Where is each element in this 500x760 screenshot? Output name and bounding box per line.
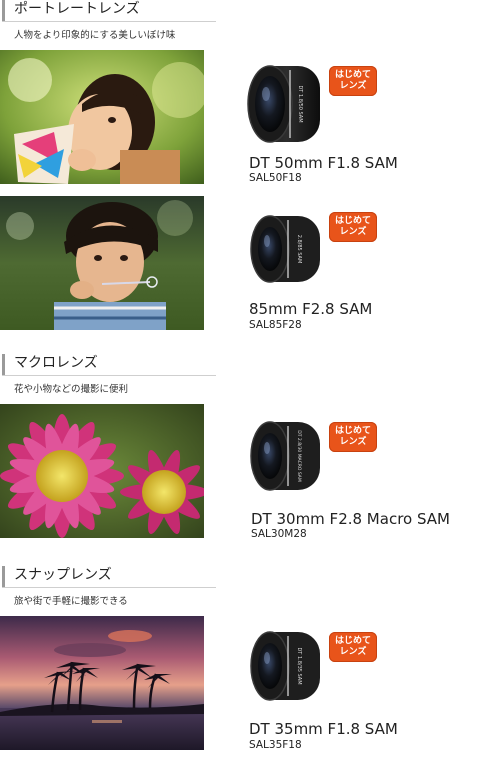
badge-line-2: レンズ [339, 227, 367, 237]
badge-line-2: レンズ [339, 647, 367, 657]
product-code: SAL35F18 [249, 739, 302, 751]
beginner-lens-badge: はじめて レンズ [329, 422, 377, 452]
product-photo-sunset[interactable] [0, 616, 204, 750]
badge-line-1: はじめて [334, 636, 371, 646]
product-name[interactable]: DT 50mm F1.8 SAM [249, 154, 398, 172]
product-photo-boy[interactable] [0, 196, 204, 330]
badge-line-2: レンズ [339, 81, 367, 91]
section-divider [2, 375, 216, 376]
beginner-lens-badge: はじめて レンズ [329, 632, 377, 662]
lens-print-text: DT 2.8/30 MACRO SAM [296, 430, 302, 482]
product-name[interactable]: DT 30mm F2.8 Macro SAM [251, 510, 450, 528]
section-bar [2, 0, 5, 22]
section-subtitle: 旅や街で手軽に撮影できる [14, 596, 128, 607]
lens-image-85mm[interactable]: 2.8/85 SAM [246, 212, 324, 286]
badge-line-2: レンズ [339, 437, 367, 447]
section-header: ポートレートレンズ [2, 0, 216, 22]
section-title: ポートレートレンズ [14, 1, 140, 17]
section-bar [2, 354, 5, 376]
product-code: SAL85F28 [249, 319, 302, 331]
product-name[interactable]: DT 35mm F1.8 SAM [249, 720, 398, 738]
lens-print-text: 2.8/85 SAM [296, 235, 302, 264]
lens-image-35mm[interactable]: DT 1.8/35 SAM [246, 628, 324, 704]
badge-line-1: はじめて [334, 426, 371, 436]
product-code: SAL50F18 [249, 172, 302, 184]
section-divider [2, 21, 216, 22]
product-code: SAL30M28 [251, 528, 307, 540]
section-subtitle: 人物をより印象的にする美しいぼけ味 [14, 30, 176, 41]
badge-line-1: はじめて [334, 70, 371, 80]
badge-line-1: はじめて [334, 216, 371, 226]
section-title: スナップレンズ [14, 567, 112, 583]
lens-image-50mm[interactable]: DT 1.8/50 SAM [244, 62, 324, 146]
section-divider [2, 587, 216, 588]
section-header: スナップレンズ [2, 566, 216, 588]
product-photo-flowers[interactable] [0, 404, 204, 538]
lens-image-30mm-macro[interactable]: DT 2.8/30 MACRO SAM [246, 418, 324, 494]
beginner-lens-badge: はじめて レンズ [329, 212, 377, 242]
product-name[interactable]: 85mm F2.8 SAM [249, 300, 372, 318]
section-title: マクロレンズ [14, 355, 98, 371]
lens-print-text: DT 1.8/50 SAM [297, 85, 303, 122]
section-header: マクロレンズ [2, 354, 216, 376]
product-photo-girl[interactable] [0, 50, 204, 184]
section-subtitle: 花や小物などの撮影に便利 [14, 384, 129, 395]
lens-print-text: DT 1.8/35 SAM [296, 647, 302, 684]
section-bar [2, 566, 5, 588]
beginner-lens-badge: はじめて レンズ [329, 66, 377, 96]
